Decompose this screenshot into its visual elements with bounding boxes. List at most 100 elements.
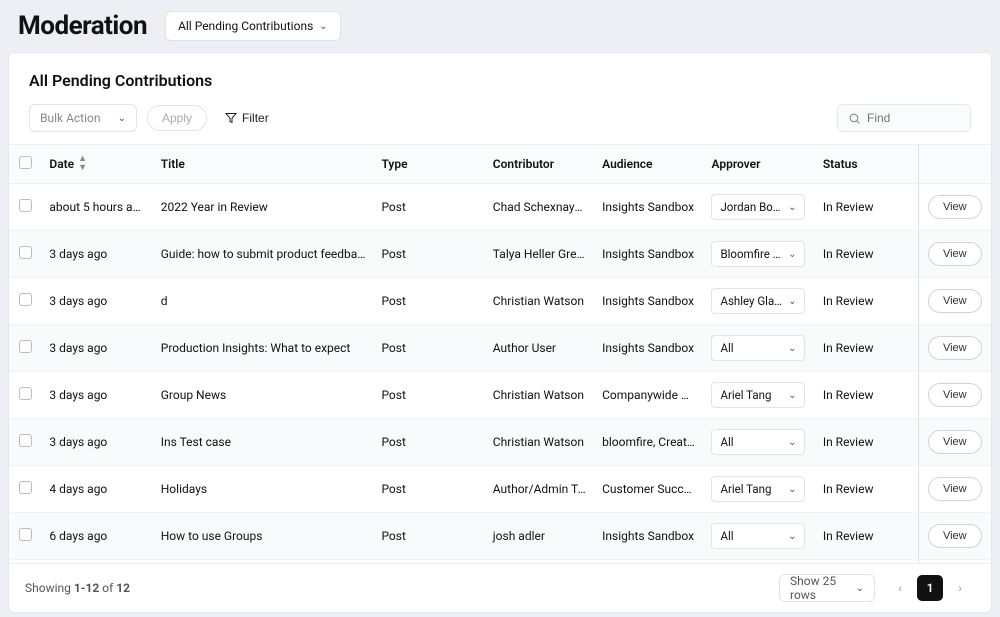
approver-value: All <box>720 529 733 543</box>
approver-select[interactable]: Ashley Gladden⌄ <box>711 288 805 314</box>
chevron-down-icon: ⌄ <box>118 113 126 124</box>
chevron-down-icon: ⌄ <box>788 437 796 448</box>
cell-status: In Review <box>815 184 918 231</box>
table-row: 3 days agodPostChristian WatsonInsights … <box>9 278 991 325</box>
pager: ‹ 1 › <box>885 575 975 601</box>
view-button[interactable]: View <box>928 195 982 219</box>
cell-title: d <box>153 278 374 325</box>
search-input[interactable] <box>867 111 960 125</box>
row-checkbox[interactable] <box>19 387 32 400</box>
rows-per-page-label: Show 25 rows <box>790 574 850 602</box>
cell-contributor: Christian Watson <box>485 278 594 325</box>
cell-type: Post <box>373 325 484 372</box>
row-checkbox[interactable] <box>19 434 32 447</box>
table-row: 3 days agoIns Test casePostChristian Wat… <box>9 419 991 466</box>
approver-select[interactable]: All ⌄ <box>711 429 805 455</box>
cell-contributor: Christian Watson <box>485 372 594 419</box>
filter-icon <box>225 112 237 124</box>
cell-type: Post <box>373 184 484 231</box>
col-header-contributor[interactable]: Contributor <box>485 145 594 184</box>
cell-title: Group News <box>153 372 374 419</box>
col-header-audience[interactable]: Audience <box>594 145 703 184</box>
row-checkbox[interactable] <box>19 293 32 306</box>
cell-contributor: Christian Watson <box>485 419 594 466</box>
view-button[interactable]: View <box>928 336 982 360</box>
approver-select[interactable]: Bloomfire Amb... ⌄ <box>711 241 805 267</box>
col-header-select <box>9 145 41 184</box>
cell-status: In Review <box>815 419 918 466</box>
row-checkbox[interactable] <box>19 340 32 353</box>
table-row: 3 days agoGroup NewsPostChristian Watson… <box>9 372 991 419</box>
table-row: 6 days agoHow to use GroupsPostjosh adle… <box>9 513 991 560</box>
cell-type: Post <box>373 278 484 325</box>
col-header-status[interactable]: Status <box>815 145 918 184</box>
bulk-action-select[interactable]: Bulk Action ⌄ <box>29 104 137 132</box>
col-label-date: Date <box>49 157 74 171</box>
approver-select[interactable]: Ariel Tang⌄ <box>711 382 805 408</box>
cell-date: 3 days ago <box>41 231 152 278</box>
next-page-button[interactable]: › <box>947 575 973 601</box>
cell-audience: Insights Sandbox <box>594 184 703 231</box>
cell-title: Holidays <box>153 466 374 513</box>
approver-select[interactable]: All⌄ <box>711 335 805 361</box>
approver-value: Ariel Tang <box>720 388 771 402</box>
page-number-current[interactable]: 1 <box>917 575 943 601</box>
cell-title: How to use Groups <box>153 513 374 560</box>
cell-audience: Insights Sandbox <box>594 278 703 325</box>
col-header-action <box>918 145 991 184</box>
view-button[interactable]: View <box>928 242 982 266</box>
approver-select[interactable]: All⌄ <box>711 523 805 549</box>
chevron-down-icon: ⌄ <box>788 296 796 307</box>
table-row: 3 days agoGuide: how to submit product f… <box>9 231 991 278</box>
filter-button[interactable]: Filter <box>225 111 269 125</box>
showing-text: Showing 1-12 of 12 <box>25 581 130 595</box>
cell-title: Ins Test case <box>153 419 374 466</box>
cell-status: In Review <box>815 513 918 560</box>
panel-head: All Pending Contributions <box>9 53 991 100</box>
scope-select[interactable]: All Pending Contributions ⌄ <box>165 11 341 41</box>
row-checkbox[interactable] <box>19 246 32 259</box>
chevron-down-icon: ⌄ <box>856 583 864 594</box>
cell-contributor: Talya Heller Greenbe... <box>485 231 594 278</box>
select-all-checkbox[interactable] <box>19 156 32 169</box>
cell-type: Post <box>373 372 484 419</box>
table-scroll[interactable]: Date ▲▼ Title Type Contributor Audience … <box>9 144 991 563</box>
col-header-approver[interactable]: Approver <box>703 145 814 184</box>
chevron-down-icon: ⌄ <box>788 343 796 354</box>
cell-type: Post <box>373 231 484 278</box>
view-button[interactable]: View <box>928 289 982 313</box>
apply-button[interactable]: Apply <box>147 105 207 131</box>
topbar: Moderation All Pending Contributions ⌄ <box>0 0 1000 52</box>
cell-date: 3 days ago <box>41 278 152 325</box>
content-panel: All Pending Contributions Bulk Action ⌄ … <box>8 52 992 613</box>
col-header-date[interactable]: Date ▲▼ <box>41 145 152 184</box>
col-header-title[interactable]: Title <box>153 145 374 184</box>
chevron-down-icon: ⌄ <box>788 249 796 260</box>
cell-audience: bloomfire, Creating ... <box>594 419 703 466</box>
table-row: 4 days agoHolidaysPostAuthor/Admin TestC… <box>9 466 991 513</box>
rows-per-page-select[interactable]: Show 25 rows ⌄ <box>779 574 875 602</box>
row-checkbox[interactable] <box>19 481 32 494</box>
approver-value: All <box>720 435 733 449</box>
cell-audience: Insights Sandbox <box>594 325 703 372</box>
cell-audience: Companywide Polici... <box>594 372 703 419</box>
view-button[interactable]: View <box>928 383 982 407</box>
cell-audience: Customer Success, I... <box>594 466 703 513</box>
cell-date: about 5 hours ago <box>41 184 152 231</box>
toolbar: Bulk Action ⌄ Apply Filter <box>9 100 991 144</box>
cell-date: 3 days ago <box>41 325 152 372</box>
view-button[interactable]: View <box>928 477 982 501</box>
cell-title: Guide: how to submit product feedback <box>153 231 374 278</box>
cell-contributor: Author/Admin Test <box>485 466 594 513</box>
approver-value: Bloomfire Amb... <box>720 247 782 261</box>
chevron-down-icon: ⌄ <box>788 202 796 213</box>
approver-select[interactable]: Jordan Boyson⌄ <box>711 194 805 220</box>
approver-select[interactable]: Ariel Tang⌄ <box>711 476 805 502</box>
prev-page-button[interactable]: ‹ <box>887 575 913 601</box>
col-header-type[interactable]: Type <box>373 145 484 184</box>
view-button[interactable]: View <box>928 524 982 548</box>
row-checkbox[interactable] <box>19 528 32 541</box>
search-box[interactable] <box>837 104 971 132</box>
view-button[interactable]: View <box>928 430 982 454</box>
row-checkbox[interactable] <box>19 199 32 212</box>
